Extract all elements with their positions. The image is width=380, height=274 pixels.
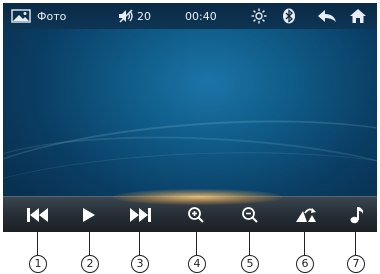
callout-3: 3 [131, 255, 149, 273]
zoom-out-icon [242, 207, 258, 223]
back-icon[interactable] [317, 3, 337, 29]
volume-indicator[interactable]: 20 [118, 3, 151, 29]
rotate-icon [296, 208, 316, 222]
callout-leader [304, 229, 305, 255]
control-bar [3, 189, 377, 232]
skip-previous-icon [27, 208, 48, 222]
callout-4: 4 [188, 255, 206, 273]
callout-leader [196, 229, 197, 255]
skip-next-icon [130, 208, 151, 222]
play-icon [83, 208, 95, 222]
callout-leader [37, 229, 38, 255]
callout-leader [139, 229, 140, 255]
status-bar: Фото 20 00:40 [3, 3, 377, 29]
photo-icon [11, 3, 31, 29]
rotate-button[interactable] [286, 197, 326, 232]
source-label: Фото [37, 9, 67, 23]
callout-leader [249, 229, 250, 255]
callout-leader [355, 229, 356, 255]
callout-7: 7 [347, 255, 365, 273]
callout-2: 2 [81, 255, 99, 273]
next-button[interactable] [120, 197, 160, 232]
zoom-in-icon [188, 207, 204, 223]
volume-value: 20 [137, 9, 151, 23]
music-button[interactable] [337, 197, 377, 232]
music-note-icon [350, 207, 364, 224]
play-button[interactable] [69, 197, 109, 232]
brightness-icon[interactable] [251, 3, 267, 29]
previous-button[interactable] [18, 197, 58, 232]
zoom-in-button[interactable] [176, 197, 216, 232]
mute-icon [118, 9, 134, 23]
callout-leader [89, 229, 90, 255]
bluetooth-icon[interactable] [282, 3, 296, 29]
callout-1: 1 [29, 255, 47, 273]
home-icon[interactable] [349, 3, 367, 29]
callout-5: 5 [241, 255, 259, 273]
callout-6: 6 [296, 255, 314, 273]
device-screen: Фото 20 00:40 [3, 3, 377, 232]
zoom-out-button[interactable] [230, 197, 270, 232]
clock: 00:40 [185, 9, 217, 23]
